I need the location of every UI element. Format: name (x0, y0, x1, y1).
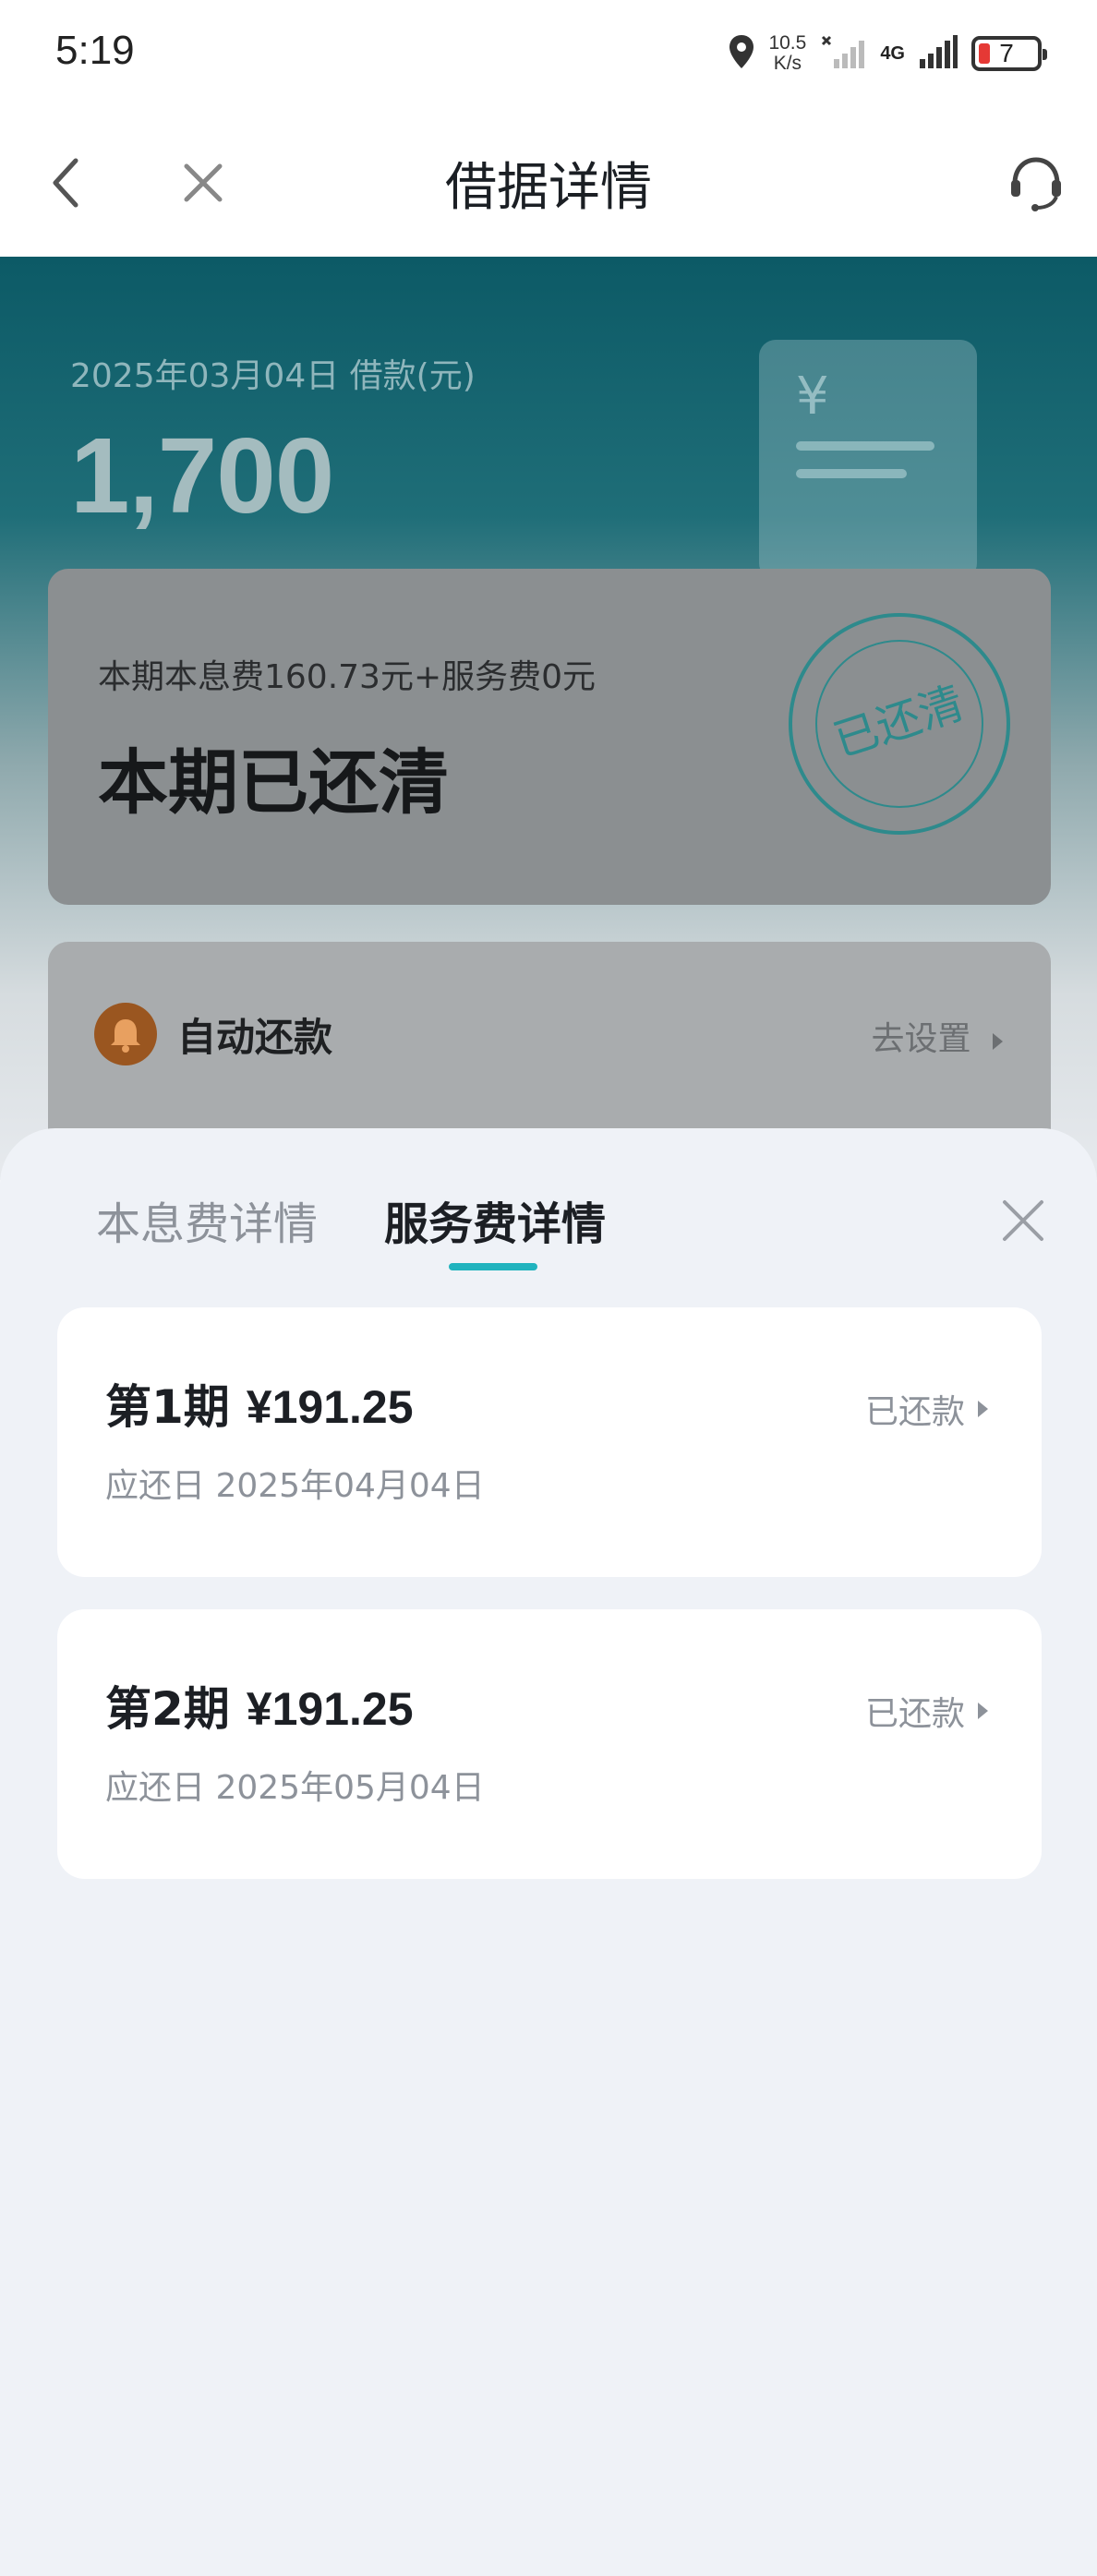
net-speed-unit: K/s (773, 53, 802, 74)
summary-detail: 本期本息费160.73元+服务费0元 (98, 658, 597, 696)
period-card[interactable]: 第2期 ¥191.25 应还日 2025年05月04日 已还款 (57, 1609, 1042, 1879)
period-amount: ¥191.25 (246, 1683, 414, 1735)
net-speed: 10.5 K/s (768, 33, 806, 74)
due-date-value: 2025年05月04日 (215, 1769, 485, 1807)
auto-repay-settings-link[interactable]: 去设置 (872, 1012, 1003, 1060)
caret-right-icon (993, 1033, 1003, 1050)
sheet-close-button[interactable] (990, 1187, 1056, 1254)
period-status[interactable]: 已还款 (865, 1385, 988, 1433)
period-due-date: 应还日 2025年04月04日 (105, 1459, 485, 1507)
active-tab-indicator (449, 1263, 537, 1270)
svg-text:¥: ¥ (796, 367, 829, 427)
period-card[interactable]: 第1期 ¥191.25 应还日 2025年04月04日 已还款 (57, 1307, 1042, 1577)
caret-right-icon (978, 1401, 988, 1417)
tab-interest-fee-detail[interactable]: 本息费详情 (96, 1187, 318, 1252)
status-icons: 10.5 K/s 4G 7 (728, 28, 1047, 79)
wifi-off-icon (819, 33, 867, 74)
auto-repay-link-text: 去设置 (871, 1020, 971, 1058)
auto-repay-label: 自动还款 (177, 1015, 333, 1060)
loan-amount: 1,700 (70, 415, 334, 536)
battery-icon: 7 (971, 36, 1047, 71)
period-status-text: 已还款 (864, 1695, 965, 1733)
customer-service-button[interactable] (1003, 150, 1069, 216)
network-type: 4G (880, 42, 905, 64)
repayment-summary-card: 本期本息费160.73元+服务费0元 本期已还清 已还清 (48, 569, 1051, 905)
period-title: 第2期 ¥191.25 (105, 1672, 414, 1739)
due-label: 应还日 (105, 1467, 206, 1505)
fee-detail-sheet: 本息费详情 服务费详情 第1期 ¥191.25 应还日 2025年04月04日 已… (0, 1128, 1097, 2576)
due-label: 应还日 (105, 1769, 206, 1807)
battery-level: 7 (999, 39, 1014, 67)
period-amount: ¥191.25 (246, 1381, 414, 1433)
loan-date-label: 2025年03月04日 借款(元) (70, 357, 476, 395)
nav-bar: 借据详情 (0, 109, 1097, 257)
due-date-value: 2025年04月04日 (215, 1467, 485, 1505)
customer-service-icon (1011, 157, 1061, 211)
status-bar: 5:19 10.5 K/s 4G 7 (0, 0, 1097, 109)
bell-icon (94, 1003, 157, 1065)
net-speed-value: 10.5 (768, 32, 807, 54)
page-title: 借据详情 (445, 158, 652, 218)
document-icon: ¥ (759, 340, 977, 580)
summary-status: 本期已还清 (98, 741, 449, 824)
period-number: 第2期 (105, 1682, 230, 1736)
caret-right-icon (978, 1703, 988, 1719)
status-time: 5:19 (55, 28, 135, 73)
close-icon (1003, 1200, 1043, 1241)
location-icon (728, 33, 755, 74)
loan-hero: 2025年03月04日 借款(元) 1,700 ¥ 本期本息费160.73元+服… (0, 257, 1097, 1182)
period-number: 第1期 (105, 1380, 230, 1434)
stamp-text: 已还清 (827, 677, 970, 767)
paid-stamp-icon: 已还清 (789, 613, 1010, 835)
period-title: 第1期 ¥191.25 (105, 1370, 414, 1437)
period-status[interactable]: 已还款 (865, 1687, 988, 1735)
period-status-text: 已还款 (864, 1393, 965, 1431)
period-due-date: 应还日 2025年05月04日 (105, 1761, 485, 1809)
tab-service-fee-detail[interactable]: 服务费详情 (384, 1187, 606, 1252)
signal-icon (918, 33, 958, 74)
